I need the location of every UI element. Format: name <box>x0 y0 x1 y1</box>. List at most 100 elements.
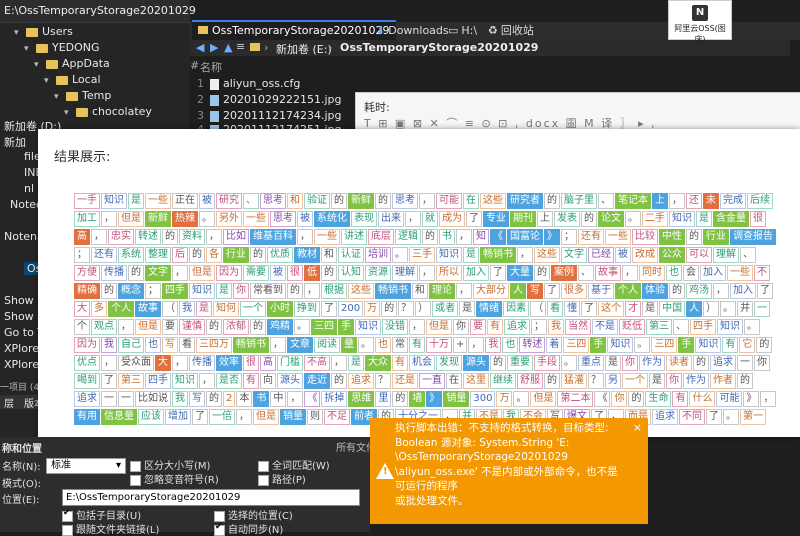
token: ， <box>172 355 188 371</box>
file-row[interactable]: 1 aliyun_oss.cfg <box>190 76 300 91</box>
token: 根据 <box>321 283 347 299</box>
tab-drive-h[interactable]: ▭ H:\ <box>442 22 483 40</box>
token: 这个 <box>598 301 625 317</box>
token: 被 <box>615 247 631 263</box>
token: 一个 <box>622 373 648 389</box>
file-row[interactable]: 3 20201112174234.jpg <box>190 108 342 123</box>
token: 这些 <box>534 247 560 263</box>
option-case-sensitive[interactable]: 区分大小写(M) <box>130 457 210 472</box>
token: 三四 <box>563 337 590 353</box>
column-name[interactable]: 名称 <box>200 59 222 75</box>
forward-arrow-icon[interactable]: ▶ <box>210 41 218 54</box>
token: 知识 <box>607 337 634 353</box>
token: 是 <box>696 211 712 227</box>
menu-icon[interactable]: ≡ <box>236 40 245 53</box>
breadcrumb-drive[interactable]: 新加卷 (E:) <box>276 41 332 57</box>
token: 生命 <box>645 391 672 407</box>
token: 另 <box>605 373 621 389</box>
section-label: 称和位置 <box>2 444 42 455</box>
token: 个人 <box>108 301 134 317</box>
chevron-down-icon[interactable]: ▾ <box>14 25 24 41</box>
option-auto-sync[interactable]: 自动同步(N) <box>214 521 283 536</box>
checkbox[interactable] <box>62 524 73 536</box>
option-include-subdirs[interactable]: 包括子目录(U) <box>62 507 141 522</box>
panel-tab-1[interactable]: 层 <box>4 395 14 410</box>
checkbox[interactable] <box>130 460 141 472</box>
token: 写 <box>527 283 543 299</box>
token: 大量 <box>507 265 533 281</box>
token: 文字 <box>561 247 587 263</box>
token: 思考 <box>260 193 286 209</box>
checkbox[interactable] <box>258 460 269 472</box>
chevron-down-icon[interactable]: ▾ <box>44 73 54 89</box>
token: ， <box>101 211 117 227</box>
file-row[interactable]: 2 20201029222151.jpg <box>190 92 342 107</box>
checkbox[interactable] <box>258 474 269 486</box>
column-num[interactable]: # <box>190 59 199 72</box>
token: 谨慎 <box>179 319 205 335</box>
folder-icon <box>46 59 58 69</box>
checkbox[interactable] <box>214 522 225 536</box>
token: 是 <box>605 355 621 371</box>
tab-label: H:\ <box>461 24 478 37</box>
checkbox[interactable] <box>62 508 73 522</box>
chevron-down-icon[interactable]: ▾ <box>34 57 44 73</box>
tree-item[interactable]: ▾ YEDONG <box>24 40 100 56</box>
oss-widget-label: 阿里云OSS(图床) <box>674 24 726 44</box>
tree-item[interactable]: ▾ chocolatey <box>64 104 152 120</box>
tree-item[interactable]: ▾ Temp <box>54 88 111 104</box>
token: 一 <box>101 391 117 407</box>
tab-recycle-bin[interactable]: ♻ 回收站 <box>482 22 540 40</box>
option-whole-word[interactable]: 全词匹配(W) <box>258 457 330 472</box>
tree-item[interactable]: ▾ AppData <box>34 56 110 72</box>
token: 要 <box>162 319 178 335</box>
context-item-4[interactable]: XPlore <box>4 342 39 355</box>
oss-upload-widget[interactable]: N 阿里云OSS(图床) <box>668 0 732 44</box>
back-arrow-icon[interactable]: ◀ <box>196 41 204 54</box>
token: 加入 <box>730 283 756 299</box>
token: ； <box>74 247 90 263</box>
token: 不足 <box>324 409 350 425</box>
chevron-down-icon[interactable]: ▾ <box>24 41 34 57</box>
chevron-down-icon[interactable]: ▾ <box>54 89 64 105</box>
token: 三四 <box>651 337 678 353</box>
token: 很 <box>243 355 259 371</box>
breadcrumb-folder[interactable]: OssTemporaryStorage20201029 <box>340 41 538 54</box>
tree-partial-5[interactable]: nl <box>24 182 34 195</box>
token: 忠实 <box>108 229 134 245</box>
explorer-path-bar[interactable]: E:\OssTemporaryStorage20201029 <box>0 0 196 23</box>
up-arrow-icon[interactable]: ▲ <box>224 41 232 54</box>
token: 常 <box>392 337 408 353</box>
option-path[interactable]: 路径(P) <box>258 471 306 486</box>
option-follow-links[interactable]: 跟随文件夹链接(L) <box>62 521 159 536</box>
token: 公众 <box>659 247 685 263</box>
location-input[interactable]: E:\OssTemporaryStorage20201029 <box>62 489 360 506</box>
token: ， <box>669 193 685 209</box>
token: 成为 <box>439 211 465 227</box>
tree-item[interactable]: ▾ Local <box>44 72 101 88</box>
chevron-down-icon[interactable]: ▾ <box>64 105 74 121</box>
checkbox[interactable] <box>214 510 225 522</box>
token: 了 <box>757 283 773 299</box>
option-selected-locations[interactable]: 选择的位置(C) <box>214 507 293 522</box>
option-ignore-diacritics[interactable]: 忽略变音符号(R) <box>130 471 219 486</box>
token: 资料 <box>179 229 205 245</box>
token: 的 <box>206 391 222 407</box>
mode-select[interactable]: 标准 ▾ <box>46 458 126 474</box>
token: 第一 <box>740 409 766 425</box>
token: 上 <box>652 193 668 209</box>
tree-partial-2[interactable]: 新加 <box>4 134 26 150</box>
token: 写 <box>189 391 205 407</box>
context-item-5[interactable]: XPlore <box>4 358 39 371</box>
token: 是 <box>348 355 364 371</box>
token: 可以 <box>686 247 712 263</box>
tab-oss-storage[interactable]: OssTemporaryStorage20201029 <box>192 20 396 42</box>
tree-item[interactable]: ▾ Users <box>14 24 73 40</box>
token: 十万 <box>426 337 452 353</box>
folder-icon <box>36 43 48 53</box>
token: 《 <box>594 391 611 407</box>
token: 源头 <box>463 355 489 371</box>
token: 追求 <box>504 319 530 335</box>
token: 追求 <box>74 391 100 407</box>
checkbox[interactable] <box>130 474 141 486</box>
